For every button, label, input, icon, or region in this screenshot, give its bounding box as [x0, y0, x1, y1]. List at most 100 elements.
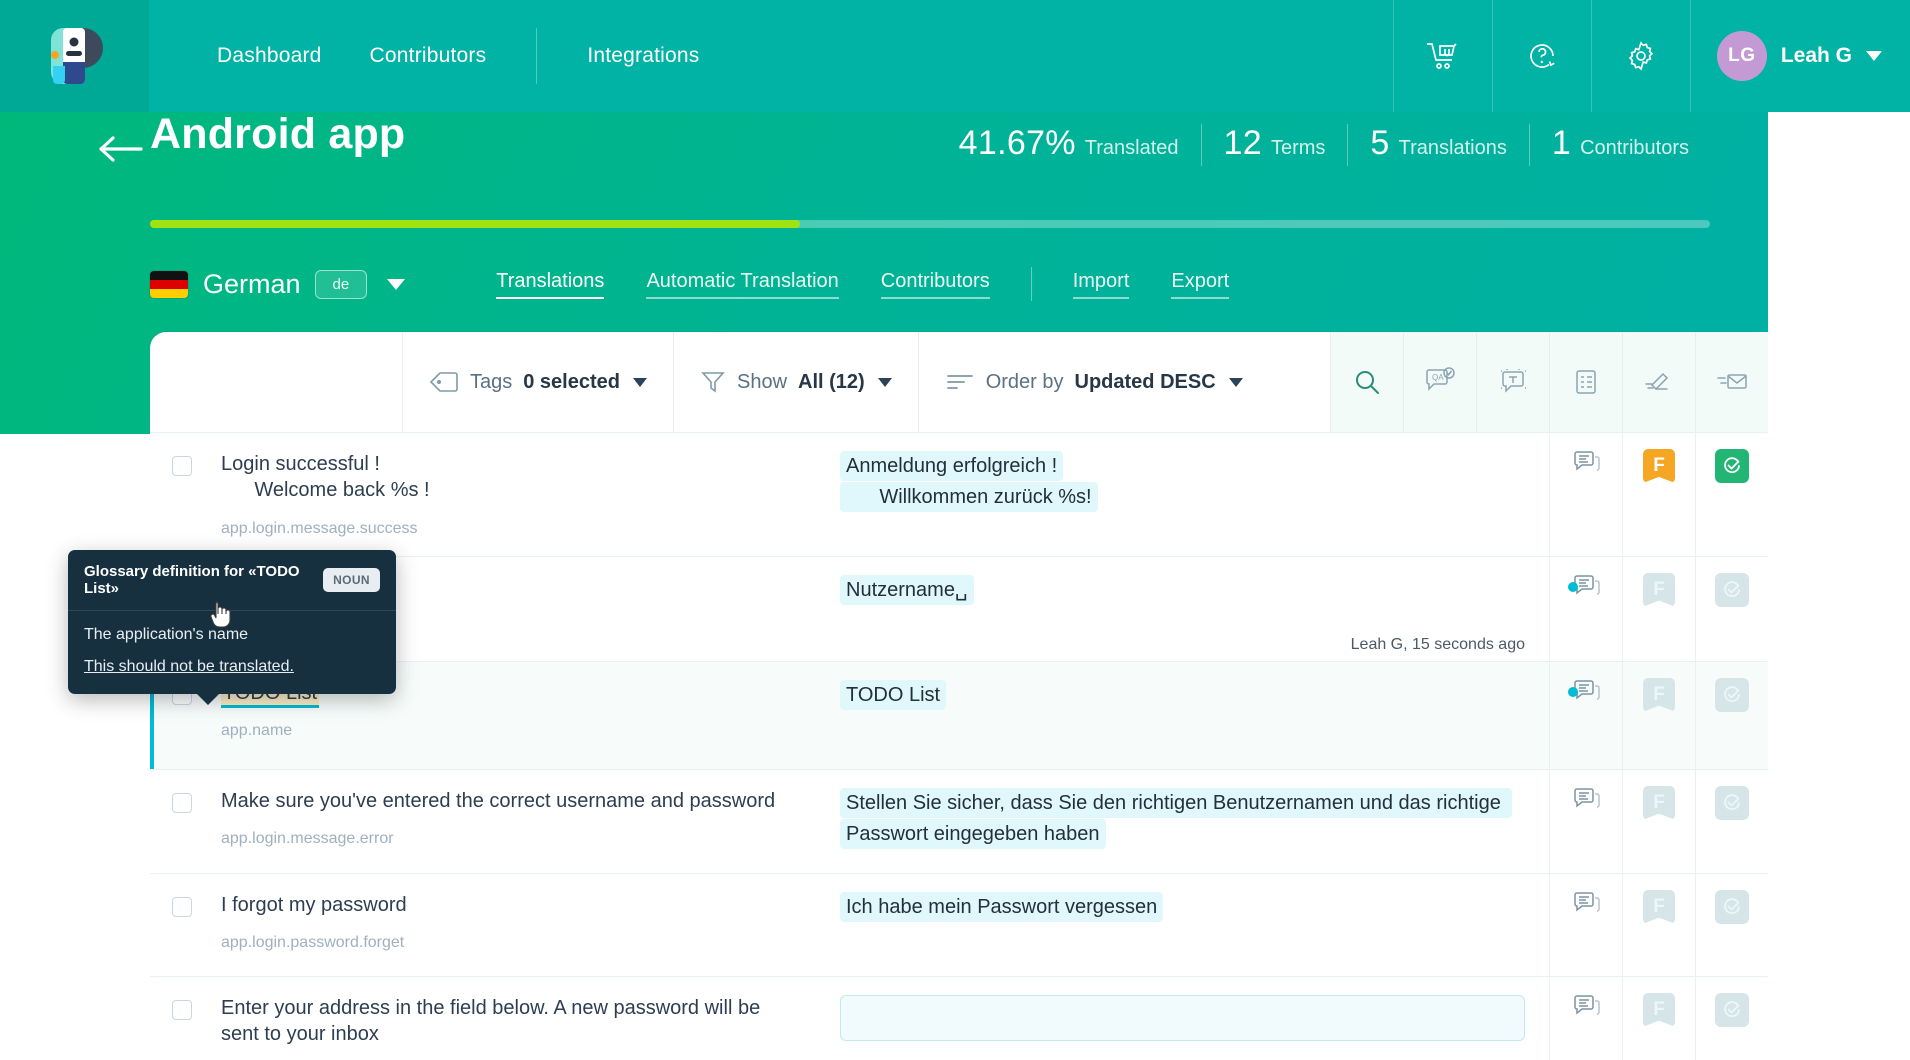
stat-terms-label: Terms — [1270, 137, 1326, 159]
source-cell[interactable]: Make sure you've entered the correct use… — [213, 770, 822, 873]
table-row[interactable]: Login successful ! Welcome back %s ! app… — [150, 432, 1768, 556]
tab-import[interactable]: Import — [1072, 270, 1130, 299]
translation-key: app.login.password.forget — [221, 934, 405, 952]
search-button[interactable] — [1330, 332, 1403, 432]
glossary-tooltip-title: Glossary definition for «TODO List» — [84, 563, 300, 597]
cart-icon-button[interactable] — [1392, 0, 1492, 112]
verified-badge-icon — [1715, 992, 1749, 1027]
flag-action[interactable]: F — [1622, 976, 1695, 1060]
tab-export[interactable]: Export — [1171, 270, 1230, 299]
tags-filter-label: Tags — [470, 370, 513, 393]
settings-icon-button[interactable] — [1590, 0, 1690, 112]
tab-contributors[interactable]: Contributors — [880, 270, 990, 299]
source-text: Login successful ! Welcome back %s ! — [221, 453, 430, 502]
row-checkbox-cell — [150, 977, 213, 1060]
row-checkbox[interactable] — [171, 456, 192, 476]
send-mail-button[interactable] — [1695, 332, 1768, 432]
target-text[interactable]: TODO List — [840, 679, 947, 710]
comment-action[interactable] — [1549, 769, 1622, 873]
flag-badge-icon: F — [1643, 992, 1675, 1027]
text-placeholder-button[interactable] — [1476, 332, 1549, 432]
source-cell[interactable]: Login successful ! Welcome back %s ! app… — [213, 433, 822, 556]
tab-automatic-translation[interactable]: Automatic Translation — [646, 270, 839, 299]
show-filter-label: Show — [736, 370, 788, 393]
language-and-tabs-row: German de Translations Automatic Transla… — [150, 267, 1250, 301]
chevron-down-icon — [877, 377, 892, 387]
app-logo[interactable] — [0, 0, 149, 112]
cart-icon — [1426, 43, 1457, 69]
flag-action[interactable]: F — [1622, 433, 1695, 556]
flag-action[interactable]: F — [1622, 661, 1695, 769]
tab-translations[interactable]: Translations — [496, 270, 605, 299]
target-input-empty[interactable] — [840, 994, 1525, 1041]
comment-icon — [1574, 788, 1600, 808]
flag-badge-icon: F — [1643, 785, 1675, 820]
target-text[interactable]: Nutzername␣ — [840, 574, 974, 605]
verified-badge-icon — [1715, 572, 1749, 607]
top-navigation-bar: Dashboard Contributors Integrations LG L… — [0, 0, 1910, 112]
toolbar-left-pad — [150, 332, 402, 432]
verified-badge-icon — [1715, 677, 1749, 712]
chevron-down-icon — [1866, 51, 1882, 61]
table-row[interactable]: Enter your address in the field below. A… — [150, 975, 1768, 1060]
comment-action[interactable] — [1549, 873, 1622, 976]
back-arrow-icon[interactable] — [97, 134, 143, 164]
nav-link-integrations[interactable]: Integrations — [563, 44, 723, 68]
tags-filter[interactable]: Tags 0 selected — [402, 332, 673, 432]
flag-action[interactable]: F — [1622, 769, 1695, 873]
hero-title-row: Android app 41.67% Translated 12 Terms 5… — [0, 110, 1768, 204]
verified-badge-icon — [1715, 449, 1749, 483]
tag-icon — [429, 372, 458, 392]
target-text[interactable]: Anmeldung erfolgreich ! Willkommen zurüc… — [840, 451, 1098, 512]
page-title: Android app — [150, 110, 406, 158]
comment-action[interactable] — [1549, 661, 1622, 769]
comment-action[interactable] — [1549, 433, 1622, 556]
stat-translations-label: Translations — [1398, 137, 1507, 159]
comment-action[interactable] — [1549, 556, 1622, 661]
target-cell[interactable]: Stellen Sie sicher, dass Sie den richtig… — [822, 770, 1549, 873]
flag-action[interactable]: F — [1622, 873, 1695, 976]
svg-text:QA: QA — [1432, 373, 1444, 382]
nav-link-contributors[interactable]: Contributors — [346, 44, 511, 68]
sub-tabs: Translations Automatic Translation Contr… — [475, 267, 1250, 301]
verified-badge-icon — [1715, 889, 1749, 924]
table-row[interactable]: I forgot my password app.login.password.… — [150, 872, 1768, 976]
verify-action[interactable] — [1695, 976, 1768, 1060]
target-cell[interactable]: Leah G, 15 seconds ago TODO List — [822, 636, 1549, 769]
show-filter[interactable]: Show All (12) — [672, 332, 918, 432]
eraser-icon — [1645, 372, 1669, 391]
verify-action[interactable] — [1695, 873, 1768, 976]
comment-action[interactable] — [1549, 976, 1622, 1060]
user-menu[interactable]: LG Leah G — [1689, 0, 1910, 112]
help-icon-button[interactable] — [1491, 0, 1591, 112]
flag-badge-icon: F — [1643, 449, 1675, 483]
source-cell[interactable]: I forgot my password app.login.password.… — [213, 874, 822, 976]
document-list-button[interactable] — [1549, 332, 1622, 432]
main-nav-links: Dashboard Contributors Integrations — [149, 0, 723, 112]
flag-action[interactable]: F — [1622, 556, 1695, 661]
target-text[interactable]: Ich habe mein Passwort vergessen — [840, 891, 1164, 922]
row-checkbox[interactable] — [171, 792, 192, 813]
row-checkbox[interactable] — [171, 896, 192, 917]
qa-check-button[interactable]: QA — [1403, 332, 1476, 432]
target-cell[interactable] — [822, 977, 1549, 1060]
language-dropdown-caret-icon[interactable] — [387, 278, 406, 290]
nav-link-dashboard[interactable]: Dashboard — [193, 44, 346, 68]
target-cell[interactable]: Anmeldung erfolgreich ! Willkommen zurüc… — [822, 433, 1549, 556]
target-cell[interactable]: Ich habe mein Passwort vergessen — [822, 874, 1549, 976]
verify-action[interactable] — [1695, 556, 1768, 661]
progress-bar-track — [150, 220, 1710, 228]
row-timestamp: Leah G, 15 seconds ago — [1350, 635, 1525, 653]
eraser-button[interactable] — [1622, 332, 1695, 432]
target-text[interactable]: Stellen Sie sicher, dass Sie den richtig… — [840, 787, 1513, 849]
verify-action[interactable] — [1695, 661, 1768, 769]
verify-action[interactable] — [1695, 433, 1768, 556]
verify-action[interactable] — [1695, 769, 1768, 873]
order-by-filter[interactable]: Order by Updated DESC — [917, 332, 1330, 432]
document-list-icon — [1576, 370, 1596, 394]
row-checkbox[interactable] — [171, 999, 192, 1020]
source-cell[interactable]: Enter your address in the field below. A… — [213, 977, 822, 1060]
tab-divider — [1030, 267, 1032, 301]
order-by-label: Order by — [985, 370, 1064, 393]
table-row[interactable]: Make sure you've entered the correct use… — [150, 768, 1768, 873]
